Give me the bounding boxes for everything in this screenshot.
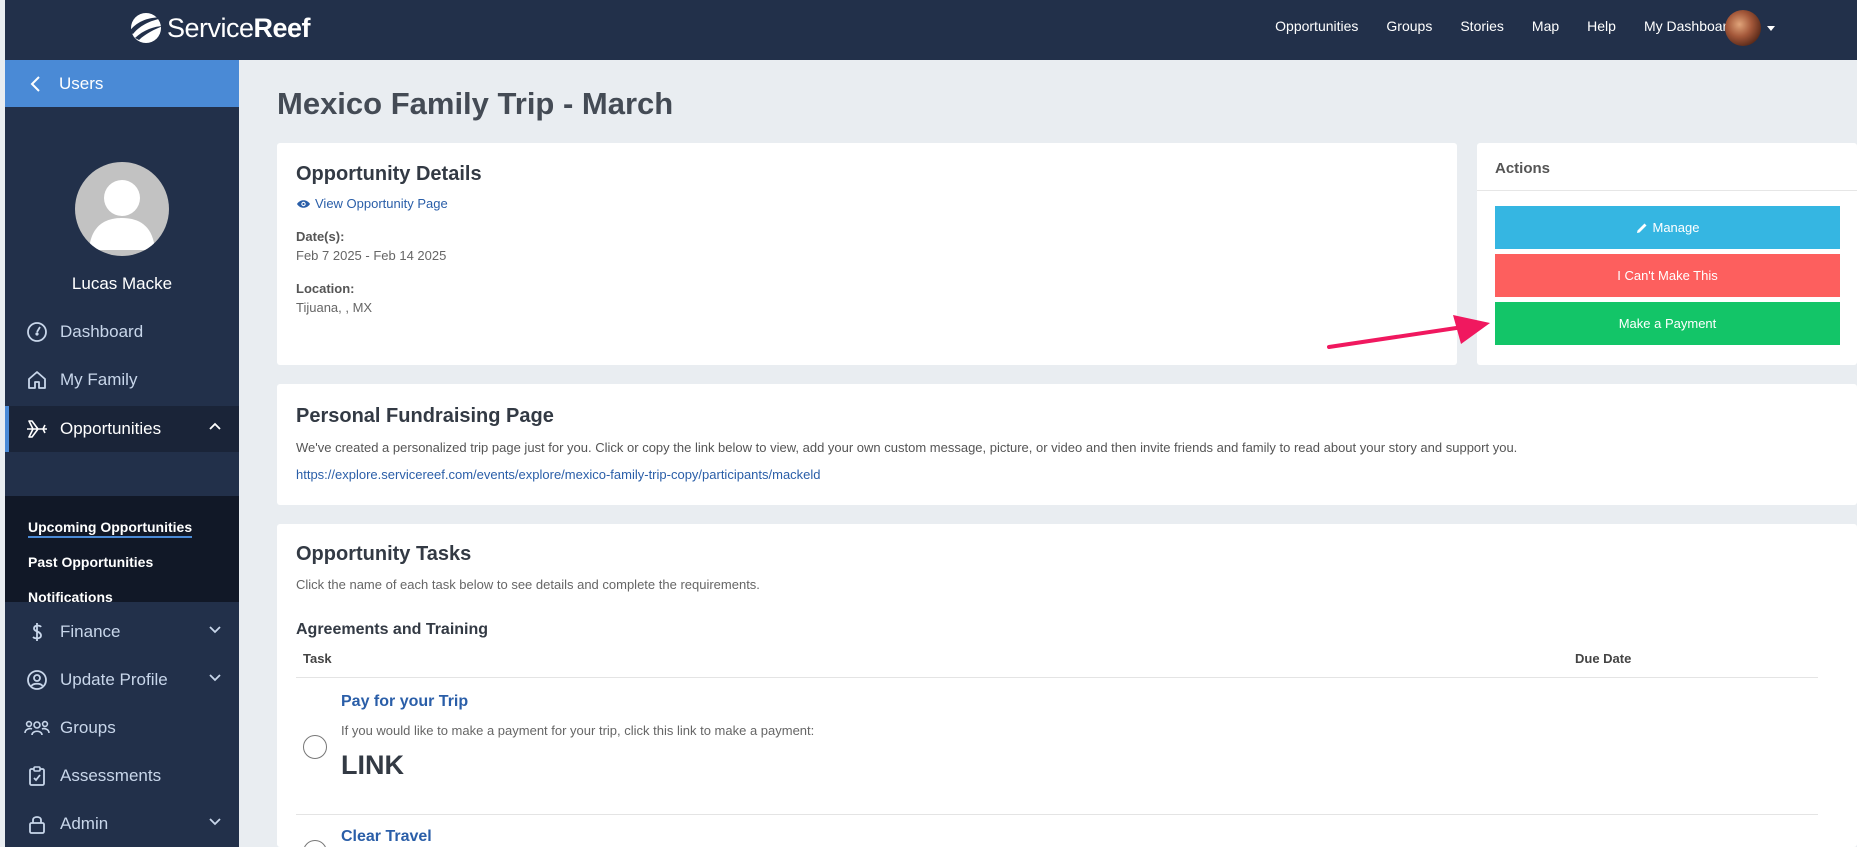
sidebar-item-label: Dashboard [60, 322, 144, 341]
nav-opportunities[interactable]: Opportunities [1261, 18, 1372, 34]
actions-card: Actions Manage I Can't Make This Make a … [1477, 143, 1857, 365]
sidebar-item-label: My Family [60, 370, 138, 389]
location-label: Location: [296, 281, 355, 296]
profile-name: Lucas Macke [71, 274, 173, 293]
sidebar-item-label: Opportunities [60, 419, 162, 438]
details-title: Opportunity Details [296, 163, 482, 185]
sidebar-item-assessments[interactable]: Assessments [5, 754, 239, 798]
manage-label: Manage [1652, 220, 1700, 235]
main-nav: Opportunities Groups Stories Map Help My… [1261, 0, 1767, 52]
user-circle-icon [24, 667, 50, 693]
annotation-arrow-icon [1327, 315, 1490, 349]
tasks-title: Opportunity Tasks [296, 543, 472, 565]
sidebar-item-groups[interactable]: Groups [5, 706, 239, 750]
submenu-past-opportunities[interactable]: Past Opportunities [28, 554, 153, 570]
table-divider [296, 677, 1818, 678]
dollar-icon [24, 619, 50, 645]
make-a-payment-button[interactable]: Make a Payment [1495, 302, 1840, 345]
fundraising-card: Personal Fundraising Page We've created … [277, 384, 1857, 505]
agreements-section-heading: Agreements and Training [296, 621, 489, 638]
task-link-text[interactable]: LINK [341, 750, 404, 781]
logo-swirl-icon [127, 10, 165, 46]
sidebar-item-dashboard[interactable]: Dashboard [5, 310, 239, 354]
eye-icon [297, 199, 310, 208]
sidebar-item-label: Finance [60, 622, 121, 641]
fundraising-description: We've created a personalized trip page j… [296, 440, 1518, 455]
user-menu[interactable] [1725, 10, 1775, 46]
payment-label: Make a Payment [1618, 316, 1717, 331]
nav-map[interactable]: Map [1518, 18, 1573, 34]
page-title: Mexico Family Trip - March [277, 86, 674, 121]
users-icon [24, 715, 50, 741]
task-clear-travel-link[interactable]: Clear Travel [341, 828, 432, 846]
gauge-icon [24, 319, 50, 345]
nav-stories[interactable]: Stories [1446, 18, 1518, 34]
opportunity-details-card: Opportunity Details View Opportunity Pag… [277, 143, 1457, 365]
opportunities-submenu: Upcoming Opportunities Past Opportunitie… [5, 496, 239, 605]
back-users-label: Users [59, 73, 104, 93]
cant-make-label: I Can't Make This [1617, 268, 1718, 283]
task-column-header: Task [303, 651, 332, 666]
back-to-users-button[interactable]: Users [5, 60, 239, 107]
task-complete-radio[interactable] [303, 735, 327, 759]
sidebar-item-label: Assessments [60, 766, 162, 785]
chevron-down-icon [209, 626, 221, 634]
user-avatar [1725, 10, 1761, 46]
dates-label: Date(s): [296, 229, 345, 244]
home-icon [24, 367, 50, 393]
sidebar: Users Lucas Macke Dashboard My Family Op… [5, 60, 239, 847]
sidebar-item-opportunities[interactable]: Opportunities [5, 406, 239, 452]
fundraising-title: Personal Fundraising Page [296, 405, 554, 427]
submenu-notifications[interactable]: Notifications [28, 589, 113, 605]
plane-icon [24, 416, 50, 442]
sidebar-item-finance[interactable]: Finance [5, 610, 239, 654]
task-pay-for-trip-link[interactable]: Pay for your Trip [341, 693, 468, 711]
actions-title: Actions [1477, 143, 1857, 191]
clipboard-icon [24, 763, 50, 789]
tasks-subtitle: Click the name of each task below to see… [296, 577, 760, 592]
view-opportunity-page-link[interactable]: View Opportunity Page [296, 196, 448, 211]
task-complete-radio[interactable] [303, 840, 327, 847]
manage-button[interactable]: Manage [1495, 206, 1840, 249]
table-divider [296, 814, 1818, 815]
lock-icon [24, 811, 50, 837]
location-value: Tijuana, , MX [296, 300, 373, 315]
sidebar-item-update-profile[interactable]: Update Profile [5, 658, 239, 702]
task-description: If you would like to make a payment for … [341, 723, 815, 738]
sidebar-item-label: Update Profile [60, 670, 168, 689]
chevron-down-icon [209, 818, 221, 826]
sidebar-item-my-family[interactable]: My Family [5, 358, 239, 402]
servicereef-logo[interactable]: ServiceReef [127, 6, 311, 50]
caret-down-icon [1767, 25, 1775, 31]
sidebar-item-label: Admin [60, 814, 109, 833]
fundraising-page-link[interactable]: https://explore.servicereef.com/events/e… [296, 467, 821, 482]
sidebar-item-admin[interactable]: Admin [5, 802, 239, 846]
chevron-up-icon [209, 422, 221, 430]
chevron-down-icon [209, 674, 221, 682]
cant-make-this-button[interactable]: I Can't Make This [1495, 254, 1840, 297]
opportunity-tasks-card: Opportunity Tasks Click the name of each… [277, 524, 1857, 847]
top-navbar: ServiceReef Opportunities Groups Stories… [5, 0, 1857, 60]
submenu-upcoming-opportunities[interactable]: Upcoming Opportunities [28, 519, 193, 538]
sidebar-item-label: Groups [60, 718, 116, 737]
dates-value: Feb 7 2025 - Feb 14 2025 [296, 248, 447, 263]
chevron-left-icon [30, 75, 40, 92]
nav-groups[interactable]: Groups [1372, 18, 1446, 34]
pencil-icon [1636, 223, 1646, 233]
nav-help[interactable]: Help [1573, 18, 1630, 34]
due-date-column-header: Due Date [1575, 651, 1632, 666]
view-link-label: View Opportunity Page [315, 196, 448, 211]
profile-avatar [75, 162, 169, 256]
